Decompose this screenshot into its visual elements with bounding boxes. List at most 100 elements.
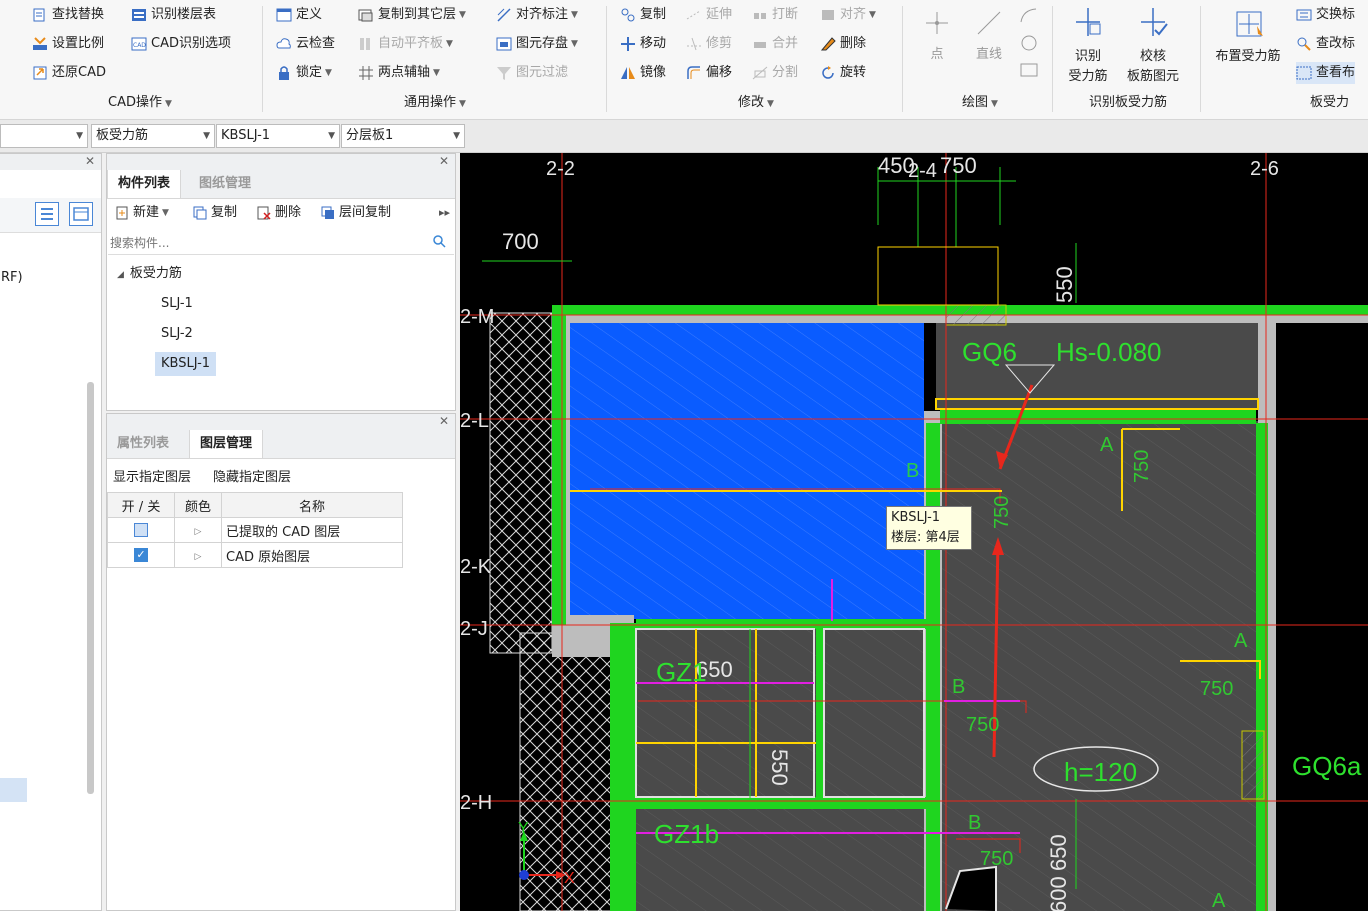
- auto-flat-slab-button[interactable]: 自动平齐板 ▼: [358, 33, 453, 55]
- move-button[interactable]: 移动: [620, 33, 666, 55]
- restore-cad-button[interactable]: 还原CAD: [32, 62, 106, 84]
- merge-button[interactable]: 合并: [752, 33, 798, 55]
- offset-icon: [686, 65, 702, 81]
- verify-rebar-button[interactable]: 校核 板筋图元: [1120, 6, 1186, 87]
- layer-checkbox-checked[interactable]: ✓: [134, 548, 148, 562]
- define-icon: [276, 7, 292, 23]
- expand-icon[interactable]: ▷: [195, 552, 202, 562]
- list-view-icon[interactable]: [35, 202, 59, 226]
- new-button[interactable]: 新建 ▼: [115, 202, 169, 224]
- beam-left2: [610, 623, 636, 911]
- cloud-icon: [276, 36, 292, 52]
- modify-mark-button[interactable]: 查改标: [1296, 33, 1355, 55]
- set-scale-button[interactable]: 设置比例: [32, 33, 104, 55]
- close-icon[interactable]: ✕: [85, 154, 95, 168]
- mirror-button[interactable]: 镜像: [620, 62, 666, 84]
- table-row[interactable]: ▷ 已提取的 CAD 图层: [107, 517, 403, 543]
- blue-slab-hatch: [570, 323, 924, 619]
- tab-component-list[interactable]: 构件列表: [107, 170, 182, 198]
- search-box[interactable]: [108, 232, 454, 255]
- group-cad-ops[interactable]: CAD操作 ▼: [80, 94, 200, 112]
- copy-to-other-floor-button[interactable]: 复制到其它层 ▼: [358, 4, 466, 26]
- layer-slab-combo[interactable]: 分层板1 ▼: [341, 124, 465, 148]
- layer-checkbox[interactable]: [134, 523, 148, 537]
- delete-button[interactable]: 删除: [820, 33, 866, 55]
- selected-tree-row[interactable]: [0, 778, 27, 802]
- view-layout-button[interactable]: 查看布: [1296, 62, 1356, 84]
- group-modify[interactable]: 修改 ▼: [716, 94, 796, 112]
- floor-copy-button[interactable]: 层间复制: [321, 202, 391, 224]
- line-button[interactable]: 直线: [966, 8, 1012, 65]
- copy-component-button[interactable]: 复制: [193, 202, 237, 224]
- lock-button[interactable]: 锁定 ▼: [276, 62, 332, 84]
- two-point-axis-button[interactable]: 两点辅轴 ▼: [358, 62, 440, 84]
- svg-text:450: 450: [878, 153, 915, 178]
- tree-item-slj-2[interactable]: SLJ-2: [161, 322, 193, 346]
- show-layer-link[interactable]: 显示指定图层: [113, 466, 191, 485]
- tree-item-kbslj-1[interactable]: KBSLJ-1: [155, 352, 217, 376]
- component-type-combo[interactable]: 板受力筋 ▼: [91, 124, 215, 148]
- offset-button[interactable]: 偏移: [686, 62, 732, 84]
- split-button[interactable]: 分割: [752, 62, 798, 84]
- align-button[interactable]: 对齐 ▼: [820, 4, 876, 26]
- search-icon[interactable]: [432, 234, 446, 252]
- more-icon[interactable]: ▸▸: [439, 206, 450, 219]
- group-common-ops[interactable]: 通用操作 ▼: [370, 94, 500, 112]
- col-color-header: 颜色: [174, 492, 222, 518]
- search-input[interactable]: [108, 232, 412, 254]
- component-name-combo[interactable]: KBSLJ-1 ▼: [216, 124, 340, 148]
- close-icon[interactable]: ✕: [439, 154, 449, 168]
- tab-layer-manage[interactable]: 图层管理: [189, 430, 264, 458]
- rectangle-icon[interactable]: [1018, 60, 1040, 84]
- break-button[interactable]: 打断: [752, 4, 798, 26]
- scrollbar[interactable]: [87, 382, 94, 794]
- identify-rebar-button[interactable]: 识别 受力筋: [1060, 6, 1116, 87]
- tab-drawing-manage[interactable]: 图纸管理: [189, 170, 261, 198]
- element-storage-button[interactable]: 图元存盘 ▼: [496, 33, 578, 55]
- find-replace-button[interactable]: 查找替换: [32, 4, 104, 26]
- define-button[interactable]: 定义: [276, 4, 322, 26]
- slab-hatch: [938, 421, 1270, 911]
- svg-text:B: B: [906, 460, 919, 482]
- close-icon[interactable]: ✕: [439, 414, 449, 428]
- svg-text:A: A: [1100, 434, 1114, 456]
- table-row[interactable]: ✓ ▷ CAD 原始图层: [107, 542, 403, 568]
- svg-text:X: X: [564, 870, 575, 887]
- beam-h2: [636, 619, 926, 629]
- category-combo[interactable]: ▼: [0, 124, 88, 148]
- hatched-wall: [489, 312, 553, 654]
- copy-button[interactable]: 复制: [620, 4, 666, 26]
- extend-button[interactable]: 延伸: [686, 4, 732, 26]
- align-annotation-button[interactable]: 对齐标注 ▼: [496, 4, 578, 26]
- tree-item-slj-1[interactable]: SLJ-1: [161, 292, 193, 316]
- detail-view-icon[interactable]: [69, 202, 93, 226]
- identify-floor-table-button[interactable]: 识别楼层表: [131, 4, 216, 26]
- swap-mark-button[interactable]: 交换标: [1296, 4, 1355, 26]
- delete-component-button[interactable]: 删除: [257, 202, 301, 224]
- place-rebar-button[interactable]: 布置受力筋: [1206, 6, 1290, 67]
- group-divider: [1052, 6, 1053, 112]
- trim-button[interactable]: 修剪: [686, 33, 732, 55]
- circle-icon[interactable]: [1018, 32, 1040, 58]
- hide-layer-link[interactable]: 隐藏指定图层: [213, 466, 291, 485]
- group-draw[interactable]: 绘图 ▼: [940, 94, 1020, 112]
- expand-icon[interactable]: ▷: [195, 527, 202, 537]
- group-divider: [1200, 6, 1201, 112]
- cad-identify-options-button[interactable]: CAD CAD识别选项: [131, 33, 231, 55]
- svg-text:2-J: 2-J: [460, 618, 488, 640]
- cloud-check-button[interactable]: 云检查: [276, 33, 335, 55]
- tab-property-list[interactable]: 属性列表: [107, 430, 179, 458]
- point-button[interactable]: 点: [914, 8, 960, 65]
- tree-root-slab-rebar[interactable]: ◢ 板受力筋: [117, 262, 182, 286]
- element-filter-button[interactable]: 图元过滤: [496, 62, 568, 84]
- svg-text:2-H: 2-H: [460, 792, 492, 814]
- filter-icon: [496, 65, 512, 81]
- arc-icon[interactable]: [1018, 6, 1040, 30]
- rotate-button[interactable]: 旋转: [820, 62, 866, 84]
- storage-icon: [496, 36, 512, 52]
- svg-text:A: A: [1212, 890, 1226, 911]
- svg-text:700: 700: [502, 229, 539, 254]
- layer-name: CAD 原始图层: [221, 542, 403, 568]
- layer-name: 已提取的 CAD 图层: [221, 517, 403, 543]
- ribbon: 查找替换 识别楼层表 设置比例 CAD CAD识别选项 还原CAD CAD操作 ▼…: [0, 0, 1368, 120]
